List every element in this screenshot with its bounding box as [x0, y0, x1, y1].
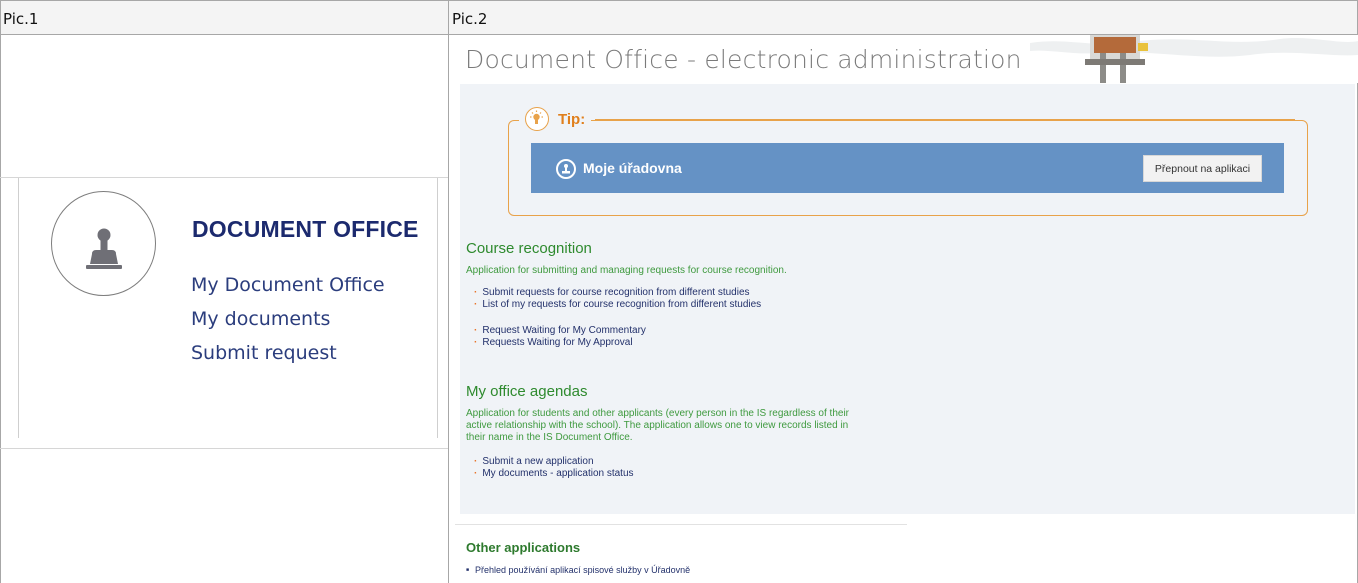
header-banner-image — [1030, 35, 1358, 83]
other-applications-heading: Other applications — [466, 540, 581, 555]
switch-to-app-button[interactable]: Přepnout na aplikaci — [1143, 155, 1262, 182]
lightbulb-icon — [525, 107, 549, 131]
office-agendas-description-line: their name in the IS Document Office. — [466, 432, 633, 443]
page-title: Document Office - electronic administrat… — [465, 45, 1022, 74]
section-divider — [455, 524, 907, 525]
pic2-header: Pic.2 — [452, 10, 488, 28]
submit-request-link[interactable]: Submit request — [191, 342, 337, 364]
course-recognition-description: Application for submitting and managing … — [466, 265, 787, 276]
table-border-top — [0, 0, 1358, 1]
tip-legend: Tip: — [519, 105, 592, 133]
request-waiting-commentary-link[interactable]: Request Waiting for My Commentary — [474, 325, 646, 336]
user-stamp-icon — [556, 159, 576, 179]
application-status-link[interactable]: My documents - application status — [474, 468, 633, 479]
table-border-left — [0, 0, 1, 583]
pic1-card-bottom-border — [0, 448, 448, 449]
tip-label: Tip: — [558, 110, 586, 128]
submit-course-recognition-link[interactable]: Submit requests for course recognition f… — [474, 287, 749, 298]
table-column-divider — [448, 0, 449, 583]
list-course-recognition-link[interactable]: List of my requests for course recogniti… — [474, 299, 761, 310]
pic1-header: Pic.1 — [3, 10, 39, 28]
course-recognition-heading: Course recognition — [466, 240, 592, 257]
office-agendas-heading: My office agendas — [466, 383, 588, 400]
moje-uradovna-label: Moje úřadovna — [583, 160, 682, 176]
my-document-office-link[interactable]: My Document Office — [191, 274, 385, 296]
usage-overview-link[interactable]: Přehled používání aplikací spisové služb… — [466, 565, 690, 575]
stamp-icon — [51, 191, 156, 296]
requests-waiting-approval-link[interactable]: Requests Waiting for My Approval — [474, 337, 632, 348]
header-cell-2 — [449, 0, 1358, 34]
document-office-title: DOCUMENT OFFICE — [192, 216, 419, 242]
submit-new-application-link[interactable]: Submit a new application — [474, 456, 593, 467]
my-documents-link[interactable]: My documents — [191, 308, 330, 330]
header-cell-1 — [0, 0, 448, 34]
office-agendas-description-line: Application for students and other appli… — [466, 408, 849, 419]
tip-rule — [595, 119, 1295, 120]
office-agendas-description-line: active relationship with the school). Th… — [466, 420, 849, 431]
